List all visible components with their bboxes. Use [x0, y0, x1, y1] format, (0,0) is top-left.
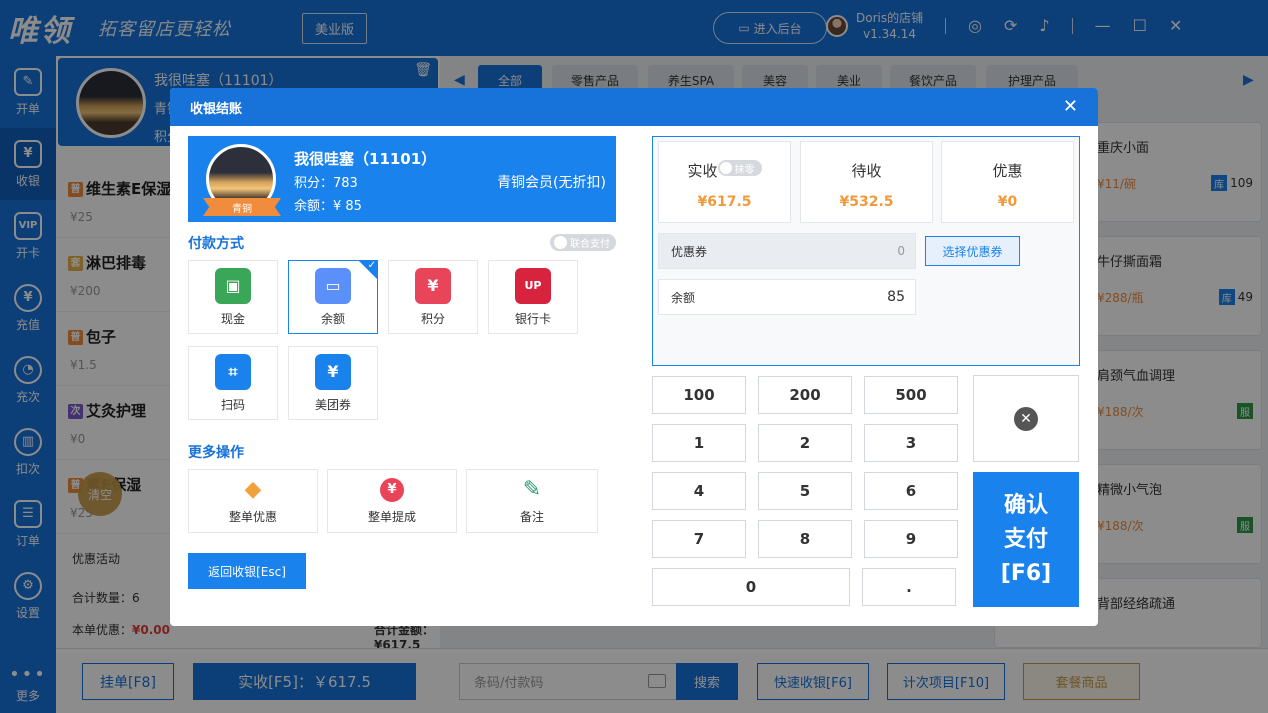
confirm-label: 支付	[1003, 526, 1048, 552]
balance-input[interactable]: 余额 85	[658, 279, 916, 315]
unionpay-icon: UP	[515, 267, 551, 304]
cash-icon: ▣	[215, 267, 251, 304]
key-200[interactable]: 200	[758, 376, 852, 414]
backspace-button[interactable]: ✕	[973, 375, 1079, 462]
key-6[interactable]: 6	[864, 472, 958, 510]
key-4[interactable]: 4	[652, 472, 746, 510]
dialog-header: 收银结账 ✕	[170, 88, 1098, 126]
return-cashier-button[interactable]: 返回收银[Esc]	[188, 553, 306, 589]
key-100[interactable]: 100	[652, 376, 746, 414]
note-icon: ✎	[522, 477, 542, 502]
payment-label: 积分	[420, 311, 445, 326]
level-ribbon: 青铜	[203, 198, 281, 216]
received-stat: 实收 抹零 ¥617.5	[658, 141, 791, 223]
toggle-knob	[554, 236, 567, 249]
checkout-dialog: 收银结账 ✕ 青铜 我很哇塞（11101） 积分：783 余额：¥ 85 青铜会…	[170, 88, 1098, 626]
payment-summary: 实收 抹零 ¥617.5 待收 ¥532.5 优惠 ¥0 优惠券 0 选择优惠券 …	[652, 136, 1080, 366]
op-label: 备注	[519, 510, 544, 524]
key-5[interactable]: 5	[758, 472, 852, 510]
pending-label: 待收	[851, 162, 882, 180]
select-coupon-button[interactable]: 选择优惠券	[925, 236, 1020, 266]
member-balance: 余额：¥ 85	[294, 199, 362, 214]
payment-scan[interactable]: ⌗ 扫码	[188, 346, 278, 420]
received-value: ¥617.5	[697, 194, 752, 210]
member-name: 我很哇塞（11101）	[294, 150, 437, 168]
confirm-label: 确认	[1003, 492, 1048, 518]
more-operations-title: 更多操作	[188, 445, 244, 461]
key-8[interactable]: 8	[758, 520, 852, 558]
money-bag-icon: ¥	[415, 267, 451, 304]
combo-pay-label: 联合支付	[570, 239, 610, 250]
payment-label: 美团券	[314, 397, 351, 412]
member-level: 青铜会员(无折扣)	[497, 175, 606, 191]
check-icon: ✓	[367, 260, 376, 271]
payment-label: 余额	[320, 311, 345, 326]
wallet-icon: ▭	[315, 267, 351, 304]
payment-label: 现金	[220, 311, 245, 326]
member-points: 积分：783	[294, 176, 358, 191]
key-1[interactable]: 1	[652, 424, 746, 462]
payment-cash[interactable]: ▣ 现金	[188, 260, 278, 334]
key-dot[interactable]: .	[862, 568, 956, 606]
discount-value: ¥0	[997, 194, 1018, 210]
key-2[interactable]: 2	[758, 424, 852, 462]
key-3[interactable]: 3	[864, 424, 958, 462]
money-bag-icon: ¥	[380, 477, 404, 502]
toggle-knob	[719, 162, 732, 174]
erase-label: 抹零	[734, 164, 755, 176]
op-label: 整单优惠	[228, 510, 277, 524]
close-icon[interactable]: ✕	[1063, 96, 1078, 117]
key-7[interactable]: 7	[652, 520, 746, 558]
tag-icon: ◆	[244, 477, 262, 502]
whole-order-discount-button[interactable]: ◆ 整单优惠	[188, 469, 318, 533]
confirm-shortcut: [F6]	[1000, 560, 1052, 586]
payment-label: 扫码	[220, 397, 245, 412]
payment-meituan-coupon[interactable]: ¥ 美团券	[288, 346, 378, 420]
whole-order-commission-button[interactable]: ¥ 整单提成	[327, 469, 457, 533]
combo-pay-toggle[interactable]: 联合支付	[550, 234, 616, 251]
pending-stat: 待收 ¥532.5	[800, 141, 933, 223]
balance-label: 余额	[671, 290, 696, 305]
coupon-label: 优惠券	[671, 244, 708, 259]
coupon-field: 优惠券 0	[658, 233, 916, 269]
payment-method-title: 付款方式	[188, 236, 244, 252]
confirm-pay-button[interactable]: 确认 支付 [F6]	[973, 472, 1079, 607]
dialog-title: 收银结账	[190, 101, 243, 117]
key-0[interactable]: 0	[652, 568, 850, 606]
yen-icon: ¥	[315, 353, 351, 390]
remark-button[interactable]: ✎ 备注	[466, 469, 598, 533]
balance-value: 85	[887, 289, 905, 305]
coupon-value: 0	[897, 244, 905, 258]
member-info-card: 青铜 我很哇塞（11101） 积分：783 余额：¥ 85 青铜会员(无折扣)	[188, 136, 616, 222]
pending-value: ¥532.5	[839, 194, 894, 210]
payment-balance[interactable]: ✓ ▭ 余额	[288, 260, 378, 334]
received-label: 实收	[687, 162, 718, 180]
payment-label: 银行卡	[514, 311, 551, 326]
key-9[interactable]: 9	[864, 520, 958, 558]
delete-icon: ✕	[1014, 406, 1038, 431]
payment-bank-card[interactable]: UP 银行卡	[488, 260, 578, 334]
key-500[interactable]: 500	[864, 376, 958, 414]
erase-toggle[interactable]: 抹零	[717, 160, 762, 176]
discount-stat: 优惠 ¥0	[941, 141, 1074, 223]
op-label: 整单提成	[367, 509, 416, 524]
discount-label: 优惠	[992, 162, 1023, 180]
payment-points[interactable]: ¥ 积分	[388, 260, 478, 334]
scan-icon: ⌗	[215, 353, 251, 390]
